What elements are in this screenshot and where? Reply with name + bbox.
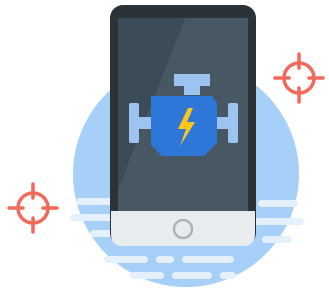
speed-line [172,272,212,279]
speed-line [220,272,236,279]
phone-diagnostics-illustration [0,0,329,295]
speed-line [130,272,164,279]
speed-line [70,214,116,221]
engine-cap [174,74,210,86]
engine-left-mount [129,103,139,143]
crosshair-icon [7,182,59,234]
engine-left-shaft [139,117,151,129]
speed-line [76,198,112,205]
engine-neck [184,86,200,95]
speed-line [254,218,304,225]
speed-line [182,256,234,263]
phone-bottom-panel [111,211,255,246]
engine-right-mount [228,103,238,143]
crosshair-icon [273,52,325,104]
speed-line [258,200,298,207]
speed-line [104,256,148,263]
illustration-canvas [7,5,325,287]
speed-line [262,236,292,243]
speed-line [156,256,174,263]
engine-right-shaft [217,117,229,129]
